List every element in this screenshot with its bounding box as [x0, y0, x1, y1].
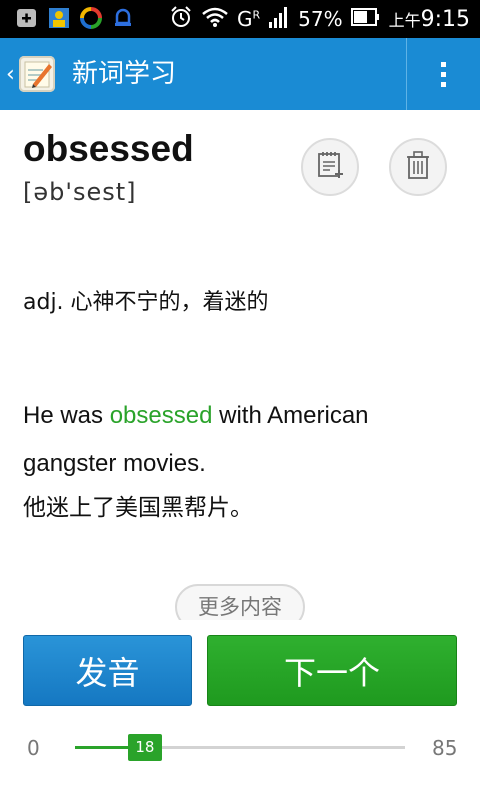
- word-phonetic: [əb'sest]: [23, 178, 137, 206]
- progress-max-label: 85: [432, 736, 458, 760]
- chevron-left-icon: ‹: [6, 61, 15, 87]
- word-definition: adj. 心神不宁的，着迷的: [23, 290, 269, 315]
- page-title: 新词学习: [72, 59, 177, 89]
- next-word-button[interactable]: 下一个: [207, 635, 457, 706]
- back-button[interactable]: ‹: [0, 38, 66, 110]
- overflow-menu-icon: [441, 61, 446, 87]
- app-bar: ‹ 新词学习: [0, 38, 480, 110]
- clock: 上午9:15: [389, 7, 470, 32]
- more-content-area: 更多内容: [0, 578, 480, 620]
- photo-icon: [48, 7, 70, 29]
- example-before: He was: [23, 402, 110, 429]
- progress-slider[interactable]: 18: [75, 734, 405, 761]
- add-to-list-icon: [315, 150, 345, 184]
- trash-icon: [405, 150, 431, 184]
- notification-icon: [112, 7, 134, 29]
- delete-button[interactable]: [389, 138, 447, 196]
- progress-min-label: 0: [27, 736, 40, 760]
- pronounce-button[interactable]: 发音: [23, 635, 192, 706]
- add-to-list-button[interactable]: [301, 138, 359, 196]
- status-bar: GR 57% 上午9:15: [0, 0, 480, 38]
- word-notebook-icon: [18, 56, 55, 92]
- example-sentence: He was obsessed with American gangster m…: [23, 392, 463, 488]
- time-prefix: 上午: [388, 10, 421, 30]
- alarm-icon: [169, 5, 193, 33]
- battery-percent: 57%: [298, 7, 343, 31]
- network-label: G: [236, 7, 253, 31]
- add-box-icon: [16, 7, 38, 29]
- overflow-menu-button[interactable]: [407, 38, 480, 110]
- network-type: GR: [237, 7, 260, 31]
- example-translation: 他迷上了美国黑帮片。: [23, 495, 253, 521]
- signal-icon: [268, 5, 290, 33]
- progress-thumb[interactable]: 18: [127, 734, 162, 761]
- example-highlight: obsessed: [109, 402, 213, 429]
- word-title: obsessed: [23, 128, 194, 169]
- battery-icon: [350, 7, 381, 31]
- network-superscript: R: [252, 8, 261, 22]
- time: 9:15: [420, 6, 470, 32]
- wifi-icon: [201, 6, 229, 32]
- more-content-button[interactable]: 更多内容: [175, 584, 305, 620]
- sync-icon: [80, 7, 102, 29]
